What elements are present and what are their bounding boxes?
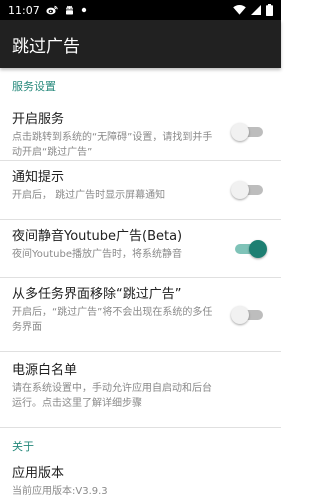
app-title: 跳过广告: [12, 36, 80, 57]
battery-icon: [266, 4, 273, 16]
settings-list[interactable]: 服务设置 开启服务 点击跳转到系统的“无障碍”设置，请找到并手动开启“跳过广告”…: [0, 68, 281, 500]
pref-hide-recents[interactable]: 从多任务界面移除“跳过广告” 开启后，“跳过广告”将不会出现在系统的多任务界面: [0, 278, 281, 352]
pref-title: 从多任务界面移除“跳过广告”: [12, 287, 182, 302]
switch-thumb: [231, 181, 249, 199]
notification-dot-icon: [81, 7, 87, 13]
status-time: 11:07: [8, 3, 40, 17]
pref-summary: 开启后，“跳过广告”将不会出现在系统的多任务界面: [12, 307, 213, 333]
pref-version[interactable]: 应用版本 当前应用版本:V3.9.3: [0, 455, 281, 500]
pref-title: 电源白名单: [12, 363, 78, 378]
pref-enable-service[interactable]: 开启服务 点击跳转到系统的“无障碍”设置，请找到并手动开启“跳过广告”: [0, 103, 281, 161]
notification-switch[interactable]: [231, 181, 263, 199]
pref-title: 应用版本: [12, 466, 65, 481]
switch-thumb: [249, 239, 267, 258]
pref-notification[interactable]: 通知提示 开启后， 跳过广告时显示屏幕通知: [0, 161, 281, 220]
status-bar-right: [233, 4, 273, 16]
pref-summary: 点击跳转到系统的“无障碍”设置，请找到并手动开启“跳过广告”: [12, 132, 213, 158]
status-bar: 11:07: [0, 0, 281, 20]
android-debug-icon: [64, 5, 75, 16]
enable-service-switch[interactable]: [231, 122, 263, 141]
hide-recents-switch[interactable]: [231, 305, 263, 324]
wifi-icon: [233, 5, 246, 15]
pref-whitelist[interactable]: 电源白名单 请在系统设置中，手动允许应用自启动和后台运行。点击这里了解详细步骤: [0, 352, 281, 427]
pref-title: 夜间静音Youtube广告(Beta): [12, 229, 183, 244]
pref-summary: 夜间Youtube播放广告时，将系统静音: [12, 249, 182, 260]
night-mute-switch[interactable]: [235, 239, 267, 258]
cellular-signal-icon: [251, 5, 261, 15]
switch-thumb: [231, 305, 249, 324]
pref-title: 开启服务: [12, 112, 65, 127]
switch-thumb: [231, 122, 249, 141]
section-header-service: 服务设置: [12, 80, 56, 93]
pref-summary: 请在系统设置中，手动允许应用自启动和后台运行。点击这里了解详细步骤: [12, 383, 212, 409]
section-header-about: 关于: [0, 427, 281, 455]
app-bar: 跳过广告: [0, 20, 281, 68]
pref-night-mute[interactable]: 夜间静音Youtube广告(Beta) 夜间Youtube播放广告时，将系统静音: [0, 220, 281, 278]
pref-summary: 开启后， 跳过广告时显示屏幕通知: [12, 190, 166, 201]
status-bar-left: 11:07: [8, 4, 87, 17]
pref-summary: 当前应用版本:V3.9.3: [12, 486, 108, 497]
weibo-icon: [46, 5, 58, 15]
pref-title: 通知提示: [12, 170, 65, 185]
